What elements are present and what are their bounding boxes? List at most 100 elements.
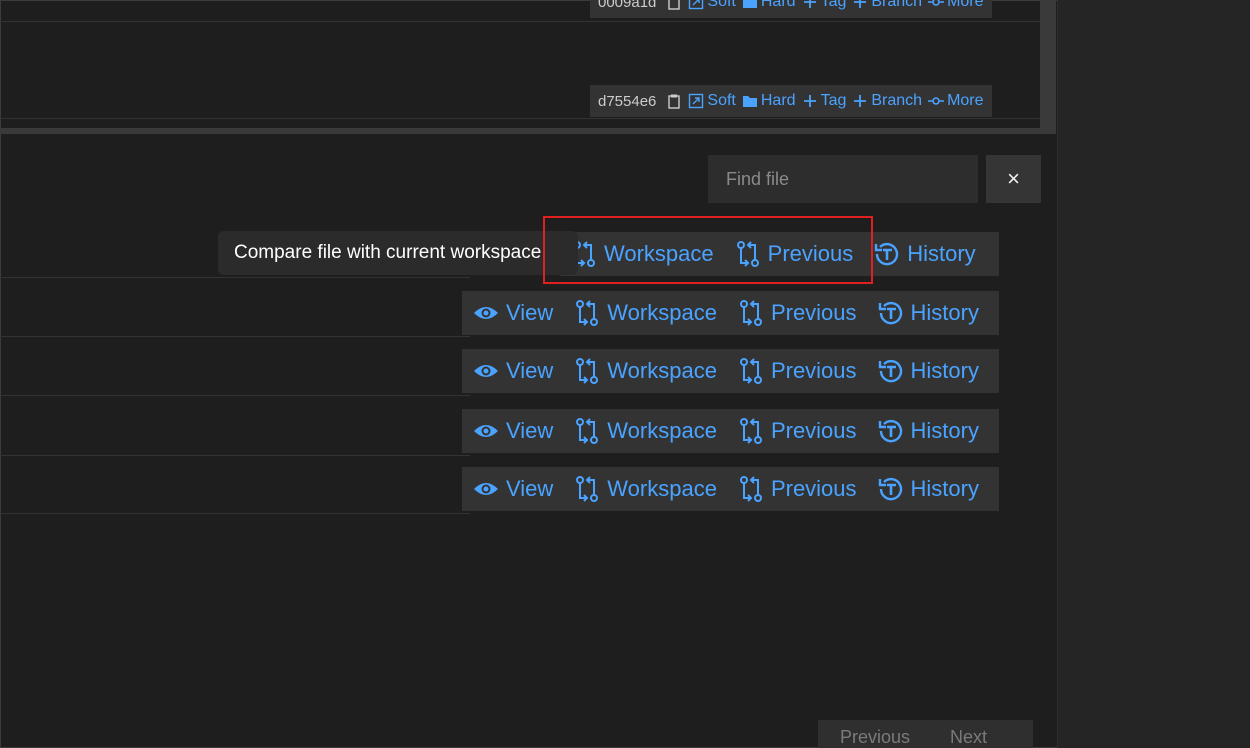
more-button[interactable]: More [928,92,984,110]
commit-hash[interactable]: 0009a1d [598,0,656,11]
compare-previous-button[interactable]: Previous [727,357,867,385]
vertical-scrollbar[interactable] [1040,0,1056,128]
file-actions-row-3: View Workspace Previous History [462,349,999,393]
tooltip-text: Compare file with current workspace [234,242,542,263]
branch-button[interactable]: Branch [852,0,922,11]
find-file-input[interactable] [708,155,978,203]
compare-previous-button[interactable]: Previous [727,417,867,445]
view-label: View [506,418,554,443]
more-label: More [947,0,984,10]
plus-icon [854,95,867,107]
view-label: View [506,300,554,325]
view-button[interactable]: View [462,417,563,445]
soft-reset-button[interactable]: Soft [688,0,736,11]
soft-label: Soft [707,0,736,10]
commit-actions-1: 0009a1d Soft Hard Tag Branch More [590,0,992,18]
history-icon [878,419,902,443]
history-icon [875,242,899,266]
history-button[interactable]: History [867,357,989,385]
row-divider [0,513,470,514]
copy-hash-button[interactable] [666,93,682,109]
history-label: History [910,476,979,501]
tag-label: Tag [820,92,847,109]
compare-previous-button[interactable]: Previous [724,240,864,268]
soft-icon [689,0,704,10]
previous-label: Previous [770,358,857,383]
history-button[interactable]: History [867,299,989,327]
history-label: History [910,300,979,325]
row-divider [0,118,1040,119]
tag-button[interactable]: Tag [802,92,847,110]
hard-label: Hard [760,92,796,109]
view-button[interactable]: View [462,357,563,385]
row-divider [0,395,470,396]
tag-button[interactable]: Tag [802,0,846,11]
right-panel [1057,0,1250,748]
compare-icon [576,300,599,326]
plus-icon [803,95,816,107]
previous-page-button[interactable]: Previous [840,727,910,748]
row-divider [0,277,470,278]
compare-previous-button[interactable]: Previous [727,475,867,503]
commit-dot-icon [928,0,945,6]
history-label: History [910,418,979,443]
file-actions-row-1: Workspace Previous History [560,232,999,276]
hard-label: Hard [760,0,796,10]
plus-icon [803,0,816,8]
clipboard-icon [668,94,681,109]
view-button[interactable]: View [462,299,563,327]
history-icon [878,301,902,325]
previous-label: Previous [770,476,857,501]
next-page-button[interactable]: Next [950,727,987,748]
compare-workspace-button[interactable]: Workspace [563,357,727,385]
row-divider [0,455,470,456]
plus-icon [854,0,867,8]
compare-icon [576,358,599,384]
compare-workspace-button[interactable]: Workspace [560,240,724,268]
view-button[interactable]: View [462,475,563,503]
eye-icon [474,307,498,319]
workspace-label: Workspace [607,358,717,383]
compare-previous-button[interactable]: Previous [727,299,867,327]
history-icon [878,359,902,383]
folder-icon [742,96,757,107]
commit-hash[interactable]: d7554e6 [598,93,656,110]
commit-actions-2: d7554e6 Soft Hard Tag Branch More [590,85,992,117]
history-button[interactable]: History [867,417,989,445]
compare-icon [739,300,762,326]
compare-workspace-button[interactable]: Workspace [563,299,727,327]
compare-workspace-button[interactable]: Workspace [563,417,727,445]
hard-reset-button[interactable]: Hard [742,0,796,11]
eye-icon [474,365,498,377]
hard-reset-button[interactable]: Hard [742,92,796,110]
commit-dot-icon [928,97,945,105]
previous-label: Previous [770,418,857,443]
eye-icon [474,483,498,495]
panel-splitter[interactable] [0,128,1056,134]
history-label: History [910,358,979,383]
file-actions-row-5: View Workspace Previous History [462,467,999,511]
workspace-label: Workspace [607,300,717,325]
branch-button[interactable]: Branch [852,92,922,110]
previous-label: Previous [770,300,857,325]
folder-icon [742,0,757,8]
more-label: More [947,92,984,109]
compare-workspace-button[interactable]: Workspace [563,475,727,503]
history-icon [878,477,902,501]
close-button[interactable]: × [986,155,1041,203]
view-label: View [506,476,554,501]
soft-label: Soft [707,92,736,109]
branch-label: Branch [871,92,923,109]
eye-icon [474,425,498,437]
workspace-label: Workspace [604,241,714,266]
view-label: View [506,358,554,383]
history-label: History [907,241,976,266]
previous-label: Previous [767,241,854,266]
workspace-label: Workspace [607,476,717,501]
compare-icon [576,418,599,444]
copy-hash-button[interactable] [666,0,682,10]
history-button[interactable]: History [863,240,985,268]
history-button[interactable]: History [867,475,989,503]
soft-reset-button[interactable]: Soft [688,92,736,110]
more-button[interactable]: More [928,0,984,11]
